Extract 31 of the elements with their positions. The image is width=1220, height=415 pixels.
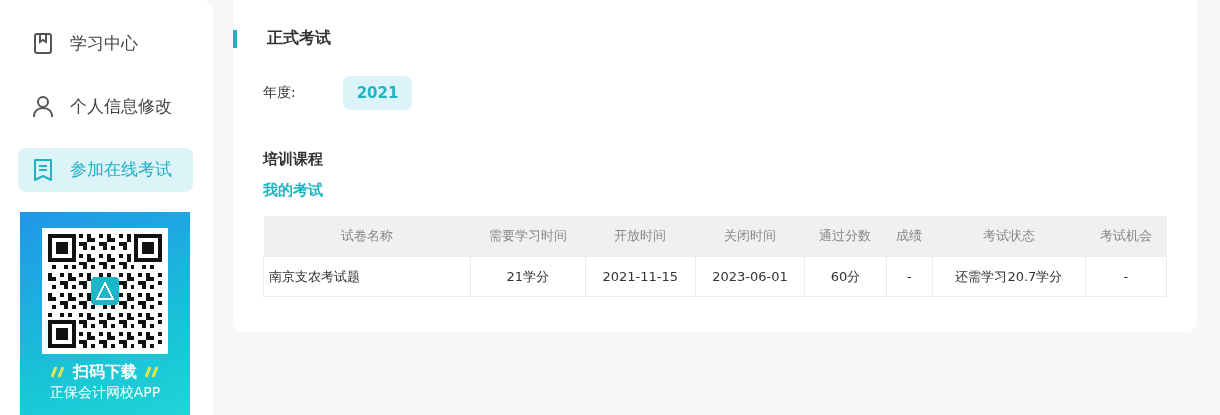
title-accent-bar — [233, 29, 237, 48]
section-subtitle: 我的考试 — [263, 181, 324, 200]
qr-code-icon — [48, 233, 162, 348]
banner-subtitle: 正保会计网校APP — [49, 383, 161, 402]
column-header: 需要学习时间 — [470, 216, 586, 257]
column-header: 成绩 — [886, 216, 933, 257]
column-header: 通过分数 — [804, 216, 887, 257]
table-cell: 南京支农考试题 — [263, 256, 471, 297]
table-cell: - — [886, 256, 933, 297]
column-header: 关闭时间 — [695, 216, 805, 257]
page-title: 正式考试 — [267, 28, 331, 49]
table-cell: 2021-11-15 — [585, 256, 696, 297]
section-title: 培训课程 — [263, 150, 324, 169]
slash-icon — [51, 366, 65, 379]
table-cell: 还需学习20.7学分 — [932, 256, 1086, 297]
sidebar-item[interactable]: 学习中心 — [18, 22, 193, 66]
table-cell: 2023-06-01 — [695, 256, 805, 297]
slash-icon — [145, 366, 159, 379]
column-header: 考试状态 — [932, 216, 1086, 257]
column-header: 开放时间 — [585, 216, 696, 257]
banner-title: 扫码下载 — [73, 361, 137, 383]
table-cell: - — [1085, 256, 1167, 297]
table-cell: 21学分 — [470, 256, 586, 297]
document-icon — [32, 157, 54, 182]
sidebar-item[interactable]: 个人信息修改 — [18, 84, 193, 129]
person-icon — [32, 94, 54, 119]
column-header: 考试机会 — [1085, 216, 1167, 257]
column-header: 试卷名称 — [263, 216, 471, 257]
year-label: 年度: — [263, 84, 297, 102]
table-cell: 60分 — [804, 256, 887, 297]
book-icon — [32, 31, 54, 56]
